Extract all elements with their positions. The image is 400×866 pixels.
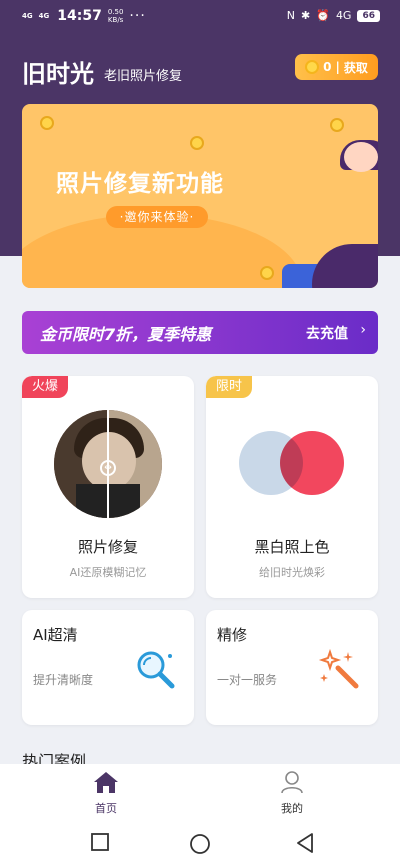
card-subtitle: AI还原模糊记忆: [69, 566, 147, 579]
more-notifications-icon: ···: [129, 8, 146, 24]
illustration-hair: [312, 244, 378, 288]
system-navigation-bar: [0, 820, 400, 866]
banner-subtitle: ·邀你来体验·: [106, 206, 208, 228]
limited-tag: 限时: [206, 376, 253, 398]
coin-get-button[interactable]: 0 | 获取: [295, 54, 378, 80]
hot-tag: 火爆: [22, 376, 69, 398]
illustration-face: [344, 142, 378, 172]
app-subtitle: 老旧照片修复: [104, 69, 183, 84]
network-speed: 0.50 KB/s: [107, 8, 124, 24]
recharge-promo-banner[interactable]: 金币限时7折，夏季特惠 去充值 ›: [22, 311, 378, 354]
signal-strength-1: 4G: [22, 12, 33, 20]
colorize-card[interactable]: 限时 黑白照上色 给旧时光焕彩: [206, 376, 378, 598]
promo-text: 金币限时7折，夏季特惠: [40, 325, 212, 344]
tab-home[interactable]: 首页: [76, 770, 136, 816]
card-title: 照片修复: [77, 538, 138, 556]
coin-icon: [190, 136, 204, 150]
home-icon: [94, 772, 118, 793]
photo-restore-card[interactable]: 火爆 ↔ 照片修复 AI还原模糊记忆: [22, 376, 194, 598]
status-bar: 4G 4G 14:57 0.50 KB/s ··· N ✱ ⏰ 4G 66: [0, 0, 400, 34]
bottom-tab-bar: 首页 我的: [0, 764, 400, 820]
card-title: 精修: [217, 626, 248, 644]
network-type: 4G: [335, 9, 352, 22]
tab-profile[interactable]: 我的: [262, 770, 322, 816]
card-subtitle: 一对一服务: [217, 673, 278, 687]
clock: 14:57: [57, 8, 102, 24]
recent-apps-icon[interactable]: [91, 833, 109, 851]
coin-get-label: 获取: [343, 60, 368, 75]
bluetooth-icon: ✱: [301, 9, 311, 22]
restore-preview-image: ↔: [54, 410, 162, 518]
nfc-icon: N: [286, 9, 296, 22]
coin-icon: [260, 266, 274, 280]
signal-strength-2: 4G: [38, 12, 50, 20]
card-subtitle: 给旧时光焕彩: [259, 566, 325, 579]
coin-count: 0: [323, 60, 332, 74]
alarm-icon: ⏰: [316, 9, 330, 22]
recharge-button[interactable]: 去充值: [306, 323, 348, 343]
banner-title: 照片修复新功能: [56, 171, 224, 197]
back-icon[interactable]: [296, 833, 314, 853]
tab-profile-label: 我的: [281, 802, 303, 815]
tab-home-label: 首页: [95, 802, 117, 815]
ai-upscale-card[interactable]: AI超清 提升清晰度: [22, 610, 194, 725]
card-title: 黑白照上色: [254, 538, 330, 556]
app-title: 旧时光: [22, 60, 94, 88]
user-icon: [281, 771, 303, 794]
battery-level: 66: [357, 9, 380, 22]
promo-banner[interactable]: 照片修复新功能 ·邀你来体验·: [22, 104, 378, 288]
home-button-icon[interactable]: [189, 833, 211, 855]
coin-icon: [40, 116, 54, 130]
magic-wand-icon: [318, 648, 359, 689]
card-subtitle: 提升清晰度: [33, 673, 94, 687]
chevron-right-icon: ›: [360, 322, 366, 338]
coin-icon: [330, 118, 344, 132]
card-title: AI超清: [33, 626, 78, 644]
retouch-card[interactable]: 精修 一对一服务: [206, 610, 378, 725]
red-circle-icon: [280, 431, 344, 495]
compare-slider-handle: ↔: [100, 460, 116, 476]
coin-icon: [305, 60, 320, 74]
magnifier-icon: [137, 651, 175, 689]
